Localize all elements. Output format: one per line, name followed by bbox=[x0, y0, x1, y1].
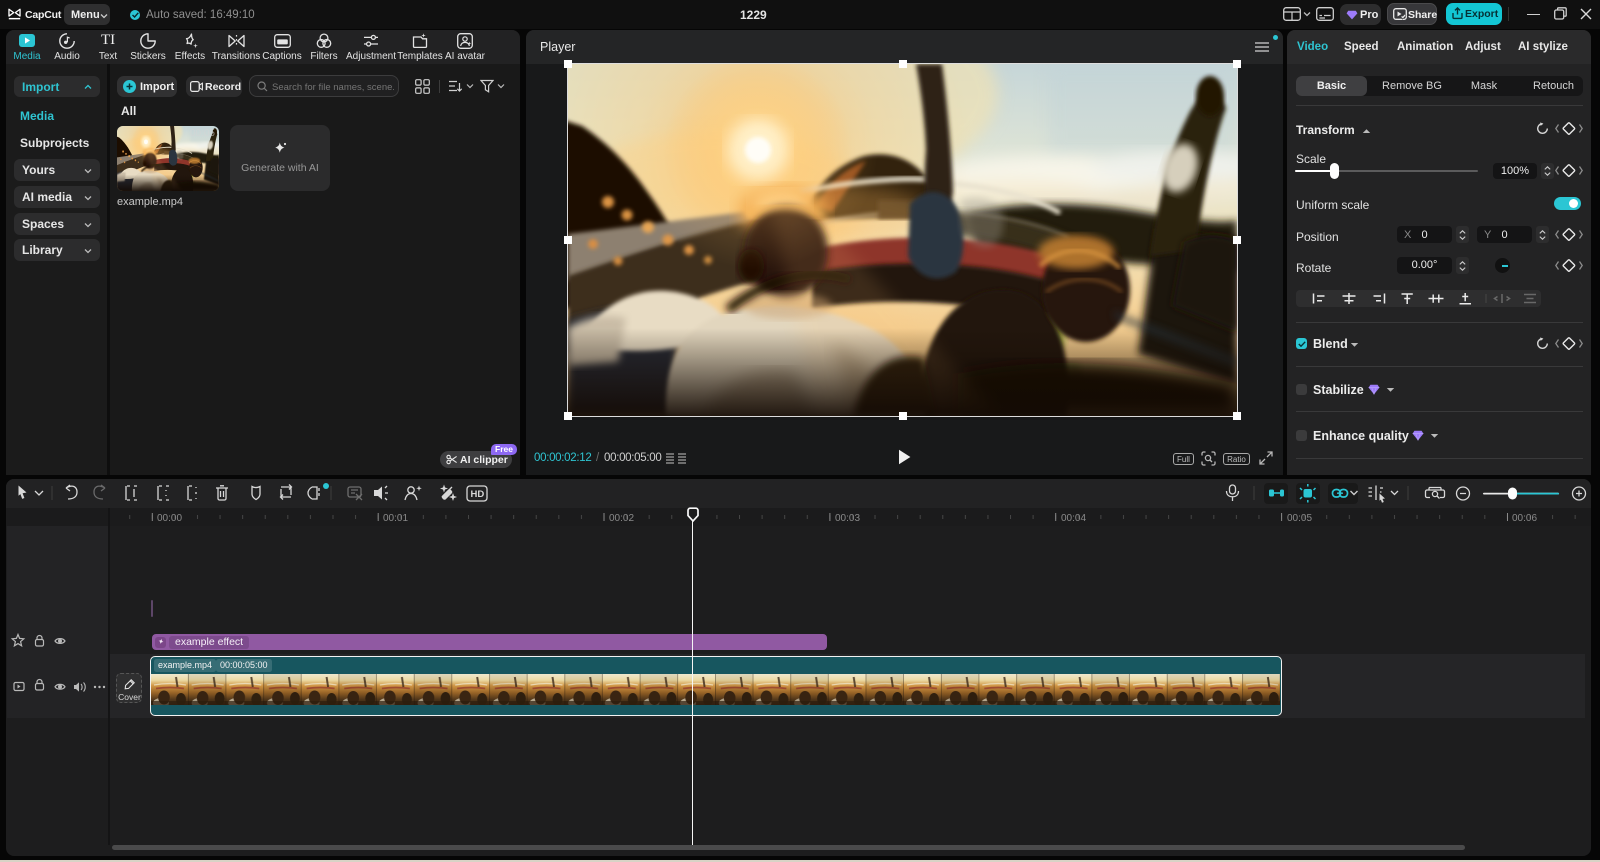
svg-text:HD: HD bbox=[471, 489, 485, 500]
svg-text:00:05: 00:05 bbox=[1287, 513, 1312, 524]
svg-text:00:00: 00:00 bbox=[157, 513, 182, 524]
svg-text:00:02: 00:02 bbox=[609, 513, 634, 524]
svg-text:00:01: 00:01 bbox=[383, 513, 408, 524]
svg-text:00:03: 00:03 bbox=[835, 513, 860, 524]
svg-text:00:04: 00:04 bbox=[1061, 513, 1086, 524]
svg-text:00:06: 00:06 bbox=[1512, 513, 1537, 524]
